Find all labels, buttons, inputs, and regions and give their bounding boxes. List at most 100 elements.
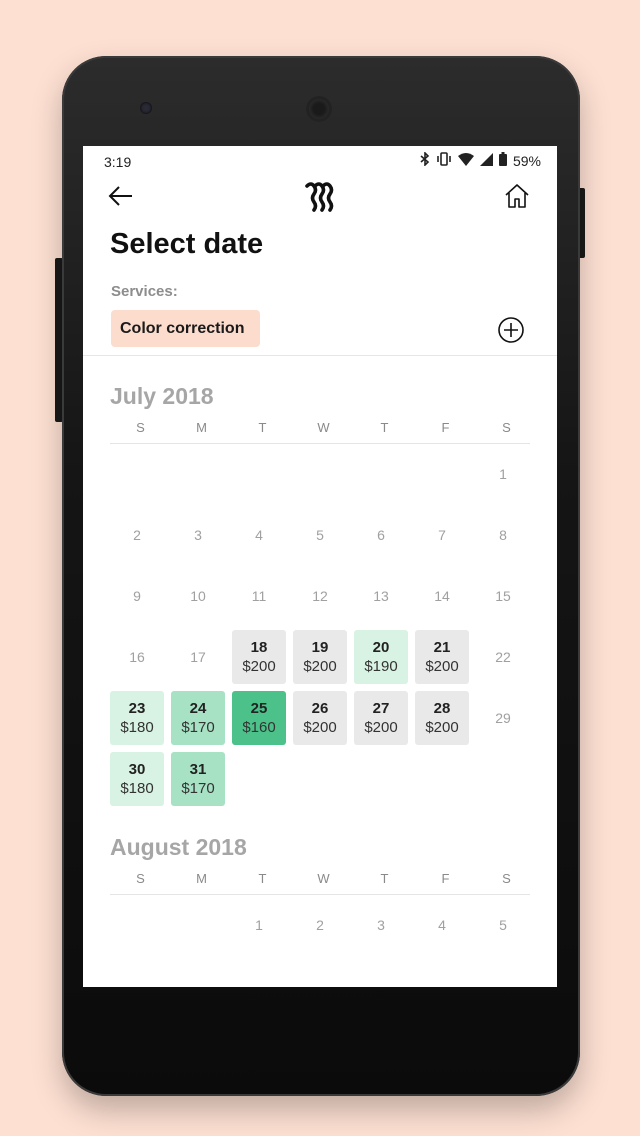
calendar-day-available[interactable]: 19 $200 (293, 630, 347, 684)
day-number: 2 (316, 917, 324, 933)
empty-cell (293, 444, 347, 498)
day-price: $200 (425, 719, 459, 736)
day-number: 18 (250, 639, 268, 656)
calendar-day: 3 (171, 508, 225, 562)
calendar-day: 29 (476, 691, 530, 745)
day-price: $190 (364, 658, 398, 675)
calendar-day-available[interactable]: 25 $160 (232, 691, 286, 745)
calendar-day: 15 (476, 569, 530, 623)
day-number: 2 (133, 527, 141, 543)
weekday-label: S (136, 420, 145, 435)
day-number: 11 (251, 588, 267, 604)
weekday-label: T (380, 420, 389, 435)
day-number: 5 (316, 527, 324, 543)
calendar-day: 7 (415, 508, 469, 562)
calendar-day-available[interactable]: 28 $200 (415, 691, 469, 745)
wifi-icon (457, 152, 474, 170)
calendar-day: 6 (354, 508, 408, 562)
arrow-left-icon[interactable] (105, 180, 137, 212)
calendar-day: 3 (354, 898, 408, 952)
weekday-label: W (317, 871, 330, 886)
services-label: Services: (111, 283, 178, 300)
plus-circle-icon[interactable] (497, 316, 525, 344)
day-number: 3 (194, 527, 202, 543)
weekday-label: S (136, 871, 145, 886)
page-title: Select date (110, 228, 264, 260)
day-number: 7 (438, 527, 446, 543)
weekday-label: W (317, 420, 330, 435)
signal-icon (479, 152, 493, 170)
weekday-label: F (441, 871, 450, 886)
day-number: 9 (133, 588, 141, 604)
calendar-day-available[interactable]: 24 $170 (171, 691, 225, 745)
calendar-day-available[interactable]: 26 $200 (293, 691, 347, 745)
calendar-day: 9 (110, 569, 164, 623)
month-title: August 2018 (110, 834, 247, 860)
app-screen: 3:19 59% Select date Services: Color cor… (83, 146, 557, 987)
divider (83, 355, 557, 356)
month-title: July 2018 (110, 383, 214, 409)
weekday-header: S M T W T F S (110, 871, 530, 895)
weekday-label: T (380, 871, 389, 886)
camera-icon (140, 102, 152, 114)
day-number: 4 (438, 917, 446, 933)
day-number: 15 (495, 588, 511, 604)
weekday-label: S (502, 871, 511, 886)
empty-cell (171, 895, 225, 949)
day-price: $170 (181, 780, 215, 797)
day-price: $170 (181, 719, 215, 736)
empty-cell (232, 444, 286, 498)
calendar-day-available[interactable]: 20 $190 (354, 630, 408, 684)
day-number: 1 (499, 466, 507, 482)
empty-cell (171, 444, 225, 498)
weekday-label: F (441, 420, 450, 435)
calendar-day-available[interactable]: 30 $180 (110, 752, 164, 806)
service-chip[interactable]: Color correction (111, 310, 261, 347)
calendar-day: 16 (110, 630, 164, 684)
day-number: 20 (372, 639, 390, 656)
weekday-label: M (196, 420, 207, 435)
day-number: 24 (189, 700, 207, 717)
calendar-day: 8 (476, 508, 530, 562)
empty-cell (110, 444, 164, 498)
month-august: August 2018 S M T W T F S 1 2 3 4 5 (110, 834, 530, 956)
top-bar (83, 178, 557, 218)
brand-logo-icon (305, 182, 334, 212)
day-number: 29 (495, 710, 511, 726)
weekday-label: T (258, 871, 267, 886)
calendar-day: 13 (354, 569, 408, 623)
weekday-label: M (196, 871, 207, 886)
calendar-day: 14 (415, 569, 469, 623)
day-price: $200 (303, 719, 337, 736)
calendar-day: 17 (171, 630, 225, 684)
day-number: 21 (433, 639, 451, 656)
calendar-day-available[interactable]: 18 $200 (232, 630, 286, 684)
day-price: $200 (425, 658, 459, 675)
day-number: 8 (499, 527, 507, 543)
day-number: 3 (377, 917, 385, 933)
battery-icon (498, 152, 507, 170)
calendar-day-available[interactable]: 21 $200 (415, 630, 469, 684)
calendar-day: 22 (476, 630, 530, 684)
day-number: 4 (255, 527, 263, 543)
bluetooth-icon (420, 151, 430, 170)
status-time: 3:19 (104, 154, 132, 170)
day-number: 14 (434, 588, 450, 604)
calendar-day: 11 (232, 569, 286, 623)
day-price: $200 (364, 719, 398, 736)
day-number: 23 (128, 700, 146, 717)
calendar-day-available[interactable]: 23 $180 (110, 691, 164, 745)
calendar-day: 2 (110, 508, 164, 562)
day-number: 12 (312, 588, 328, 604)
day-number: 17 (190, 649, 206, 665)
home-icon[interactable] (501, 180, 533, 212)
calendar-day-available[interactable]: 27 $200 (354, 691, 408, 745)
day-number: 16 (129, 649, 145, 665)
day-price: $180 (120, 780, 154, 797)
status-icons: 59% (420, 151, 541, 170)
calendar-day: 5 (293, 508, 347, 562)
day-number: 28 (433, 700, 451, 717)
calendar-day-available[interactable]: 31 $170 (171, 752, 225, 806)
day-number: 25 (250, 700, 268, 717)
day-number: 30 (128, 761, 146, 778)
